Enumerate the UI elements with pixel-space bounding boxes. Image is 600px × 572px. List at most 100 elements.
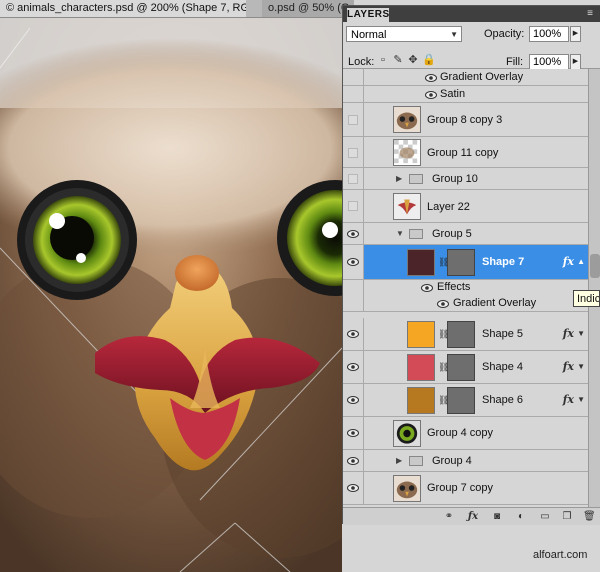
- layer-row[interactable]: ⛓ Shape 6 fx ▼: [343, 384, 588, 417]
- vector-mask-thumbnail[interactable]: [447, 354, 475, 381]
- group-row[interactable]: ▶ Group 4: [343, 450, 588, 472]
- lock-transparent-icon[interactable]: ▫: [377, 54, 389, 66]
- eye-icon[interactable]: [421, 284, 433, 292]
- layers-tab[interactable]: LAYERS: [347, 8, 389, 22]
- expand-triangle-icon[interactable]: ▶: [396, 174, 402, 183]
- scrollbar-thumb[interactable]: [590, 254, 600, 278]
- visibility-toggle[interactable]: [343, 296, 364, 311]
- hidden-visibility-box[interactable]: [348, 174, 358, 184]
- shape-color-thumbnail[interactable]: [407, 249, 435, 276]
- visibility-toggle[interactable]: [343, 190, 364, 222]
- visibility-toggle[interactable]: [343, 86, 364, 102]
- layer-row[interactable]: Group 8 copy 3: [343, 103, 588, 137]
- group-row[interactable]: ▼ Group 5: [343, 223, 588, 245]
- adjustment-layer-icon[interactable]: ◐: [515, 511, 527, 522]
- lock-position-icon[interactable]: ✥: [407, 54, 419, 66]
- layer-row[interactable]: Layer 22: [343, 190, 588, 223]
- layer-row-selected[interactable]: ⛓ Shape 7 fx ▲: [343, 245, 588, 280]
- visibility-toggle[interactable]: [343, 223, 364, 244]
- document-tab-active[interactable]: © animals_characters.psd @ 200% (Shape 7…: [0, 0, 246, 17]
- link-icon[interactable]: ⛓: [438, 395, 449, 407]
- fx-icon[interactable]: fx: [563, 255, 574, 268]
- eye-icon[interactable]: [347, 457, 359, 465]
- eye-icon[interactable]: [347, 330, 359, 338]
- collapse-triangle-icon[interactable]: ▼: [396, 229, 404, 238]
- visibility-toggle[interactable]: [343, 137, 364, 167]
- shape-color-thumbnail[interactable]: [407, 387, 435, 414]
- folder-icon: [409, 456, 423, 466]
- group-row[interactable]: ▶ Group 10: [343, 168, 588, 190]
- eye-icon[interactable]: [425, 74, 437, 82]
- eye-icon[interactable]: [347, 363, 359, 371]
- visibility-toggle[interactable]: [343, 103, 364, 136]
- fill-stepper[interactable]: ▶: [570, 54, 581, 70]
- layer-row[interactable]: Group 7 copy: [343, 472, 588, 505]
- lock-all-icon[interactable]: 🔒: [422, 54, 436, 66]
- link-icon[interactable]: ⛓: [438, 362, 449, 374]
- add-mask-icon[interactable]: ◙: [491, 511, 503, 522]
- layer-row[interactable]: ⛓ Shape 5 fx ▼: [343, 318, 588, 351]
- link-icon[interactable]: ⛓: [438, 257, 449, 269]
- checker-thumbnail: [393, 139, 421, 166]
- fill-field[interactable]: 100%: [529, 54, 569, 70]
- layers-scrollbar[interactable]: [588, 69, 600, 507]
- document-tab-bar: © animals_characters.psd @ 200% (Shape 7…: [0, 0, 354, 18]
- eye-icon[interactable]: [347, 230, 359, 238]
- shape-color-thumbnail[interactable]: [407, 321, 435, 348]
- panel-menu-icon[interactable]: ≡: [587, 8, 593, 19]
- visibility-toggle[interactable]: [343, 168, 364, 189]
- expand-effects-icon[interactable]: ▼: [577, 329, 585, 338]
- vector-mask-thumbnail[interactable]: [447, 387, 475, 414]
- trash-icon[interactable]: 🗑: [583, 511, 596, 522]
- document-canvas[interactable]: [0, 18, 342, 572]
- eye-icon[interactable]: [425, 91, 437, 99]
- eye-icon[interactable]: [437, 300, 449, 308]
- document-tab-inactive[interactable]: o.psd @ 50% (G: [262, 0, 354, 17]
- new-group-icon[interactable]: ▭: [539, 511, 551, 522]
- vector-mask-thumbnail[interactable]: [447, 249, 475, 276]
- vector-mask-thumbnail[interactable]: [447, 321, 475, 348]
- fx-icon[interactable]: fx: [563, 393, 574, 406]
- layer-name: Layer 22: [427, 201, 470, 213]
- hidden-visibility-box[interactable]: [348, 115, 358, 125]
- visibility-toggle[interactable]: [343, 318, 364, 350]
- hidden-visibility-box[interactable]: [348, 148, 358, 158]
- expand-effects-icon[interactable]: ▲: [577, 257, 585, 266]
- blend-mode-select[interactable]: Normal ▼: [346, 26, 462, 42]
- link-icon[interactable]: ⛓: [438, 329, 449, 341]
- visibility-toggle[interactable]: [343, 417, 364, 449]
- visibility-toggle[interactable]: [343, 69, 364, 85]
- eye-icon[interactable]: [347, 429, 359, 437]
- expand-effects-icon[interactable]: ▼: [577, 395, 585, 404]
- fx-icon[interactable]: fx: [563, 327, 574, 340]
- layer-row[interactable]: ⛓ Shape 4 fx ▼: [343, 351, 588, 384]
- lock-pixels-icon[interactable]: ✎: [392, 54, 404, 66]
- effect-row[interactable]: Gradient Overlay: [343, 69, 588, 86]
- visibility-toggle[interactable]: [343, 280, 364, 296]
- hidden-visibility-box[interactable]: [348, 201, 358, 211]
- layer-row[interactable]: Group 4 copy: [343, 417, 588, 450]
- effects-header-row[interactable]: Effects: [343, 280, 588, 296]
- visibility-toggle[interactable]: [343, 351, 364, 383]
- visibility-toggle[interactable]: [343, 384, 364, 416]
- expand-effects-icon[interactable]: ▼: [577, 362, 585, 371]
- opacity-stepper[interactable]: ▶: [570, 26, 581, 42]
- fx-icon[interactable]: fx: [563, 360, 574, 373]
- shape-color-thumbnail[interactable]: [407, 354, 435, 381]
- link-layers-icon[interactable]: ⚭: [443, 511, 455, 522]
- fill-label: Fill:: [506, 56, 524, 68]
- eye-icon[interactable]: [347, 258, 359, 266]
- eye-icon[interactable]: [347, 484, 359, 492]
- visibility-toggle[interactable]: [343, 450, 364, 471]
- opacity-field[interactable]: 100%: [529, 26, 569, 42]
- layer-options-bar: Normal ▼ Opacity: 100% ▶ Lock: ▫ ✎ ✥ 🔒 F…: [343, 22, 600, 70]
- effect-row[interactable]: Gradient Overlay: [343, 296, 588, 312]
- effect-row[interactable]: Satin: [343, 86, 588, 103]
- expand-triangle-icon[interactable]: ▶: [396, 456, 402, 465]
- visibility-toggle[interactable]: [343, 472, 364, 504]
- eye-icon[interactable]: [347, 396, 359, 404]
- visibility-toggle[interactable]: [343, 245, 364, 279]
- layer-row[interactable]: Group 11 copy: [343, 137, 588, 168]
- new-layer-icon[interactable]: ❐: [561, 511, 573, 522]
- fx-icon[interactable]: ƒx: [467, 511, 479, 522]
